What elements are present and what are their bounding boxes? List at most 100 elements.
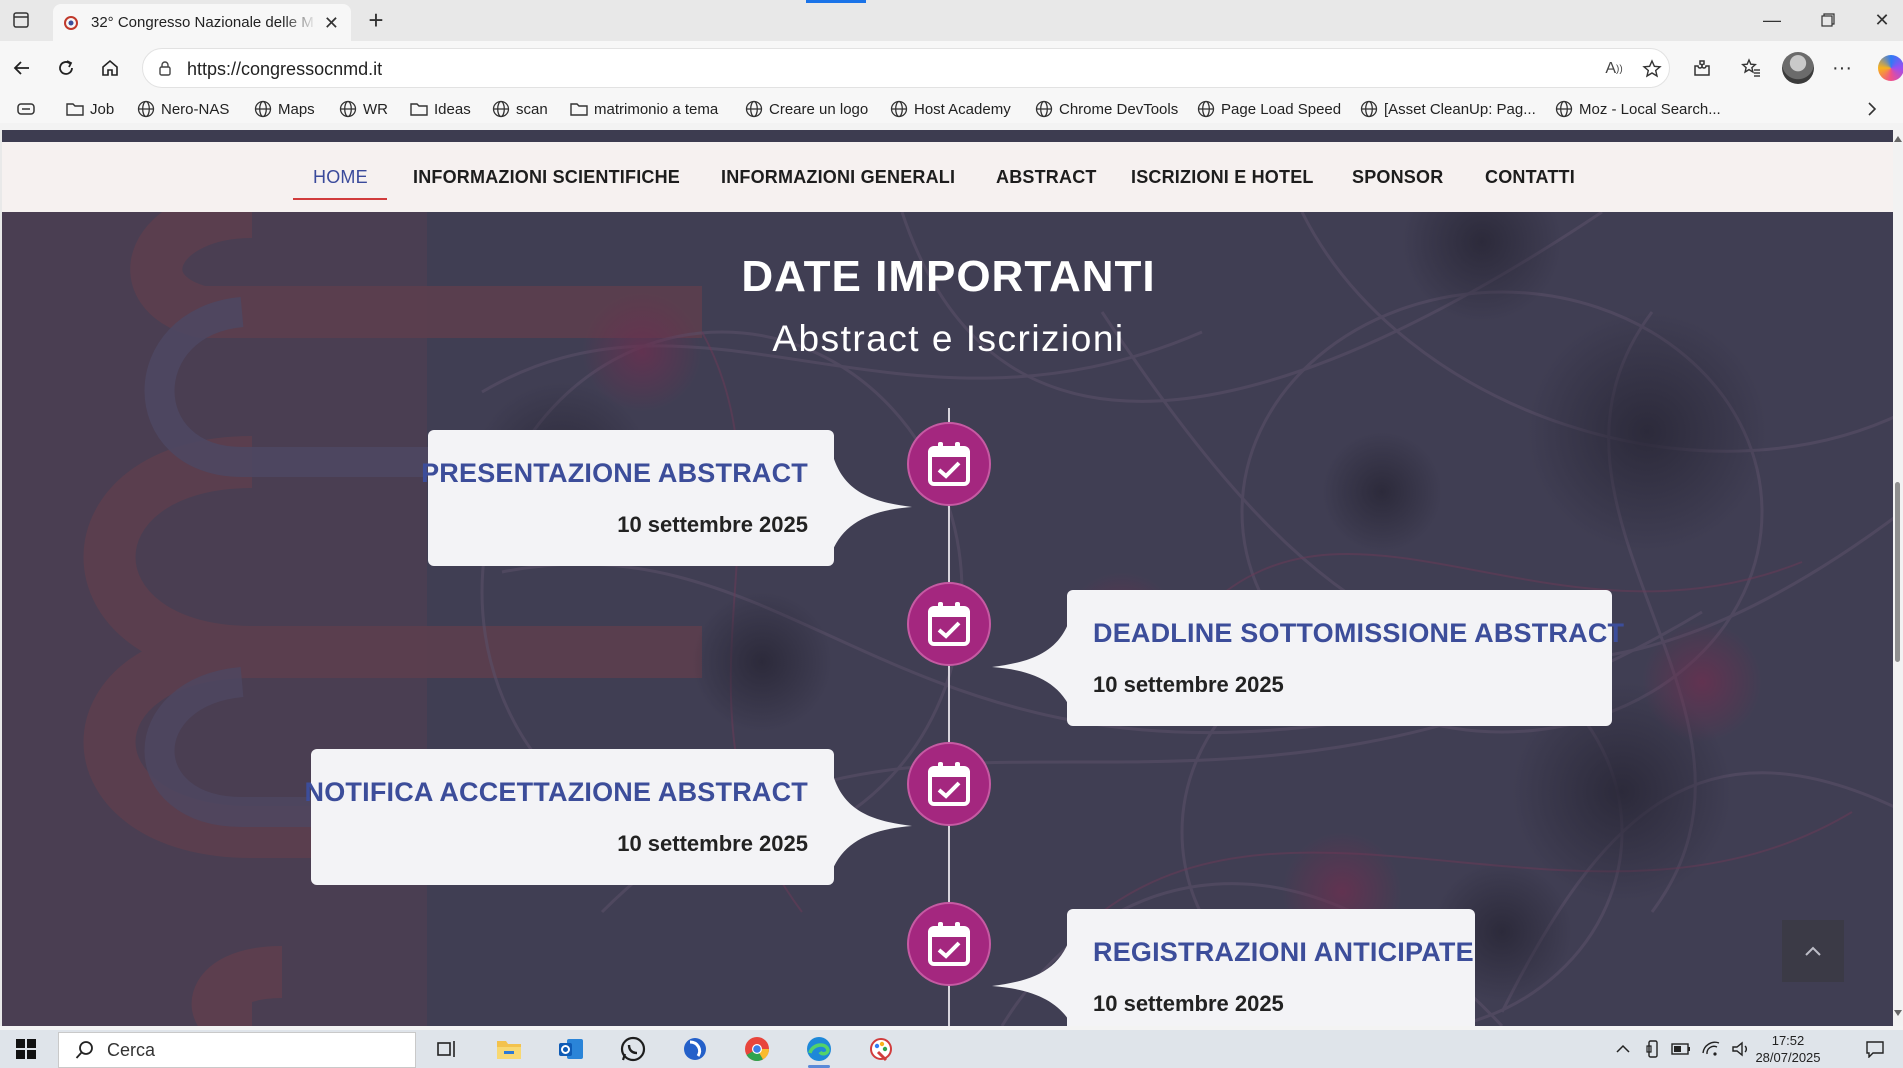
section-title: DATE IMPORTANTI <box>741 252 1156 301</box>
timeline-date: 10 settembre 2025 <box>617 831 808 856</box>
restore-icon[interactable] <box>1814 8 1842 32</box>
callout-pointer <box>832 452 912 552</box>
file-explorer-icon[interactable] <box>494 1034 524 1064</box>
globe-icon <box>1360 100 1378 118</box>
notifications-icon[interactable] <box>1864 1039 1886 1059</box>
bookmark-reading-list[interactable] <box>17 99 41 119</box>
bookmark-item[interactable]: matrimonio a tema <box>570 99 718 119</box>
bookmark-item[interactable]: Moz - Local Search... <box>1555 99 1721 119</box>
bookmark-item[interactable]: Creare un logo <box>745 99 868 119</box>
clock-time: 17:52 <box>1771 1033 1805 1048</box>
wifi-icon[interactable] <box>1700 1039 1722 1059</box>
calendar-check-icon <box>907 742 991 826</box>
bookmark-item[interactable]: Host Academy <box>890 99 1011 119</box>
address-bar[interactable]: https://congressocnmd.it A)) <box>142 48 1670 88</box>
taskbar-search-input[interactable]: Cerca <box>58 1032 416 1068</box>
timeline-date: 10 settembre 2025 <box>1093 991 1284 1016</box>
timeline-title: REGISTRAZIONI ANTICIPATE <box>1093 937 1474 967</box>
bookmark-label: Page Load Speed <box>1221 100 1342 118</box>
folder-icon <box>410 100 428 118</box>
back-icon[interactable] <box>8 54 36 82</box>
page-scrollbar[interactable] <box>1893 130 1903 1026</box>
chrome-icon[interactable] <box>742 1034 772 1064</box>
new-tab-icon[interactable]: + <box>362 6 390 34</box>
reload-icon[interactable] <box>52 54 80 82</box>
windows-start-icon[interactable] <box>16 1039 36 1059</box>
nav-informazioni-generali[interactable]: INFORMAZIONI GENERALI <box>721 167 955 188</box>
bookmark-item[interactable]: Nero-NAS <box>137 99 229 119</box>
timeline-date: 10 settembre 2025 <box>617 512 808 537</box>
bookmark-item[interactable]: [Asset CleanUp: Pag... <box>1360 99 1536 119</box>
bookmarks-overflow-chevron-icon[interactable] <box>1866 99 1878 119</box>
globe-icon <box>254 100 272 118</box>
task-view-icon[interactable] <box>432 1034 462 1064</box>
globe-icon <box>1035 100 1053 118</box>
bookmark-label: [Asset CleanUp: Pag... <box>1384 100 1536 118</box>
copilot-icon[interactable] <box>1878 55 1903 81</box>
more-menu-icon[interactable]: ··· <box>1828 54 1856 82</box>
bookmark-item[interactable]: WR <box>339 99 388 119</box>
outlook-icon[interactable] <box>556 1034 586 1064</box>
nav-iscrizioni-e-hotel[interactable]: ISCRIZIONI E HOTEL <box>1131 167 1314 188</box>
bookmark-label: WR <box>363 100 388 118</box>
timeline-title: DEADLINE SOTTOMISSIONE ABSTRACT <box>1093 618 1625 648</box>
bookmark-item[interactable]: scan <box>492 99 548 119</box>
bookmark-item[interactable]: Page Load Speed <box>1197 99 1341 119</box>
scroll-up-arrow-icon[interactable] <box>1894 136 1902 142</box>
bookmark-item[interactable]: Chrome DevTools <box>1035 99 1178 119</box>
close-window-icon[interactable]: ✕ <box>1868 8 1896 32</box>
calendar-check-icon <box>907 582 991 666</box>
browser-tab-bar: 32° Congresso Nazionale delle M ✕ + — ✕ <box>0 0 1903 41</box>
globe-icon <box>339 100 357 118</box>
paint-app-icon[interactable] <box>866 1034 896 1064</box>
scrollbar-thumb[interactable] <box>1895 482 1900 662</box>
folder-icon <box>66 100 84 118</box>
browser-tab-active[interactable]: 32° Congresso Nazionale delle M ✕ <box>53 4 351 41</box>
bookmark-item[interactable]: Job <box>66 99 114 119</box>
back-to-top-button[interactable] <box>1782 920 1844 982</box>
bookmark-item[interactable]: Maps <box>254 99 315 119</box>
site-navigation: HOME INFORMAZIONI SCIENTIFICHE INFORMAZI… <box>2 142 1903 212</box>
profile-avatar[interactable] <box>1782 52 1814 84</box>
calendar-check-icon <box>907 422 991 506</box>
bookmark-item[interactable]: Ideas <box>410 99 471 119</box>
address-toolbar: https://congressocnmd.it A)) ··· <box>0 41 1903 95</box>
favorite-star-icon[interactable] <box>1641 58 1663 80</box>
globe-icon <box>137 100 155 118</box>
nav-abstract[interactable]: ABSTRACT <box>996 167 1097 188</box>
home-icon[interactable] <box>96 54 124 82</box>
important-dates-section: DATE IMPORTANTI Abstract e Iscrizioni PR… <box>2 212 1903 1026</box>
search-placeholder: Cerca <box>107 1039 156 1060</box>
section-subtitle: Abstract e Iscrizioni <box>772 318 1125 359</box>
nav-informazioni-scientifiche[interactable]: INFORMAZIONI SCIENTIFICHE <box>413 167 680 188</box>
read-aloud-icon[interactable]: A)) <box>1603 58 1625 80</box>
whatsapp-icon[interactable] <box>618 1034 648 1064</box>
bookmark-label: matrimonio a tema <box>594 100 719 118</box>
scroll-down-arrow-icon[interactable] <box>1894 1010 1902 1016</box>
windows-taskbar: Cerca 17:52 28/07/2025 <box>0 1030 1903 1068</box>
extensions-icon[interactable] <box>1688 54 1716 82</box>
globe-icon <box>492 100 510 118</box>
site-info-lock-icon[interactable] <box>157 60 173 76</box>
nav-sponsor[interactable]: SPONSOR <box>1352 167 1443 188</box>
nav-contatti[interactable]: CONTATTI <box>1485 167 1575 188</box>
tray-overflow-chevron-icon[interactable] <box>1612 1039 1634 1059</box>
system-clock[interactable]: 17:52 28/07/2025 <box>1748 1032 1828 1066</box>
device-icon[interactable] <box>1642 1039 1664 1059</box>
url-text[interactable]: https://congressocnmd.it <box>187 59 382 80</box>
chevron-up-icon <box>1805 946 1821 956</box>
tab-actions-icon[interactable] <box>10 9 32 31</box>
nav-home[interactable]: HOME <box>313 167 368 188</box>
favorites-icon[interactable] <box>1737 54 1765 82</box>
timeline-card: NOTIFICA ACCETTAZIONE ABSTRACT 10 settem… <box>305 749 834 885</box>
battery-icon[interactable] <box>1670 1039 1692 1059</box>
close-tab-icon[interactable]: ✕ <box>324 13 339 34</box>
edge-icon[interactable] <box>804 1034 834 1068</box>
timeline-title: NOTIFICA ACCETTAZIONE ABSTRACT <box>304 777 808 807</box>
bookmark-label: Chrome DevTools <box>1059 100 1179 118</box>
minimize-icon[interactable]: — <box>1758 8 1786 32</box>
browser-app-icon[interactable] <box>680 1034 710 1064</box>
tab-drop-indicator <box>806 0 866 3</box>
globe-icon <box>1555 100 1573 118</box>
timeline-card: PRESENTAZIONE ABSTRACT 10 settembre 2025 <box>421 430 834 566</box>
